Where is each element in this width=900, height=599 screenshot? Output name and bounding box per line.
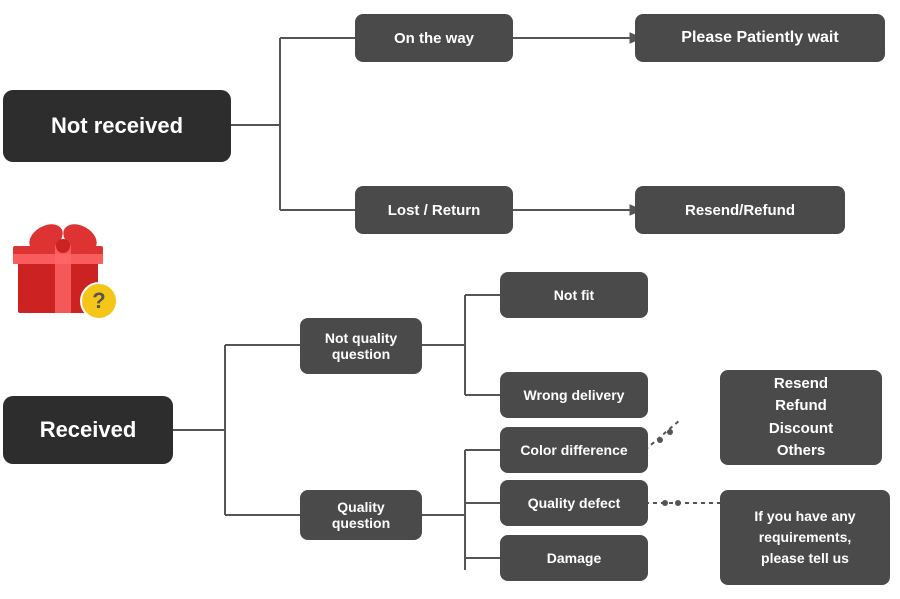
- quality-question-node: Quality question: [300, 490, 422, 540]
- damage-node: Damage: [500, 535, 648, 581]
- not-quality-node: Not quality question: [300, 318, 422, 374]
- please-wait-node: Please Patiently wait: [635, 14, 885, 62]
- quality-defect-node: Quality defect: [500, 480, 648, 526]
- lost-return-node: Lost / Return: [355, 186, 513, 234]
- received-node: Received: [3, 396, 173, 464]
- gift-box-icon: ?: [8, 210, 118, 320]
- wrong-delivery-node: Wrong delivery: [500, 372, 648, 418]
- flowchart-diagram: ? Not received On the way Please Patient…: [0, 0, 900, 599]
- resend-refund-options-node: Resend Refund Discount Others: [720, 370, 882, 465]
- color-difference-node: Color difference: [500, 427, 648, 473]
- question-mark-badge: ?: [80, 282, 118, 320]
- resend-refund-top-node: Resend/Refund: [635, 186, 845, 234]
- not-received-node: Not received: [3, 90, 231, 162]
- requirements-node: If you have any requirements, please tel…: [720, 490, 890, 585]
- on-the-way-node: On the way: [355, 14, 513, 62]
- not-fit-node: Not fit: [500, 272, 648, 318]
